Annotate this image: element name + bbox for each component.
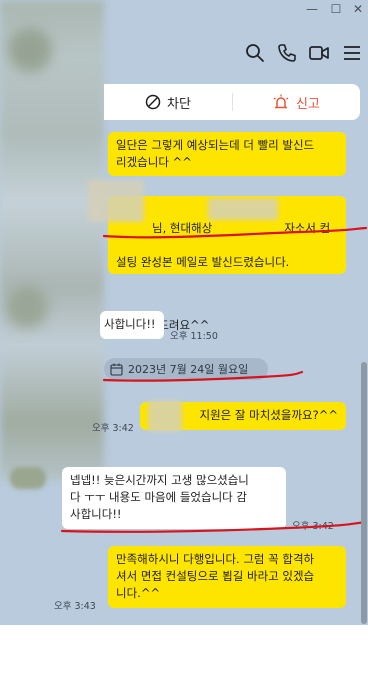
- redaction-block: [148, 400, 182, 432]
- blurred-avatar: [6, 286, 48, 328]
- message-text: 설팅 완성본 메일로 발신드렸습니다.: [116, 255, 290, 269]
- their-message-bubble[interactable]: 사합니다!!: [100, 311, 164, 339]
- report-label: 신고: [296, 96, 320, 112]
- block-report-bar: 차단 신고: [104, 84, 360, 120]
- phone-icon[interactable]: [276, 42, 298, 64]
- block-icon: [145, 94, 161, 110]
- message-time: 오후 3:42: [292, 521, 334, 532]
- divider: [232, 93, 233, 111]
- my-message-bubble[interactable]: 만족해하시니 다행입니다. 그럼 꼭 합격하 셔서 면접 컨설팅으로 뵙길 바라…: [108, 546, 346, 608]
- message-text: 자소서 컨: [284, 221, 331, 235]
- redaction-block: [208, 198, 278, 220]
- their-message-bubble[interactable]: 넵넵!! 늦은시간까지 고생 많으셨습니 다 ㅜㅜ 내용도 마음에 들었습니다 …: [62, 467, 286, 529]
- video-icon[interactable]: [308, 42, 330, 64]
- search-icon[interactable]: [244, 42, 266, 64]
- avatar[interactable]: [10, 467, 46, 489]
- siren-icon: [273, 94, 289, 109]
- date-text: 2023년 7월 24일 월요일: [128, 363, 249, 376]
- message-time: 오후 3:42: [92, 423, 134, 434]
- message-time: 오후 3:43: [54, 601, 96, 612]
- message-time: 오후 11:50: [170, 331, 218, 342]
- chat-window: — ☐ ✕ 차단 신고 일단은 그렇게 예상되는데 더 빨리 발신드 리겠습니다…: [0, 0, 368, 625]
- close-button[interactable]: ✕: [349, 0, 367, 18]
- scrollbar[interactable]: [361, 362, 367, 624]
- minimize-button[interactable]: —: [303, 0, 321, 18]
- block-label: 차단: [167, 96, 191, 112]
- maximize-button[interactable]: ☐: [327, 0, 345, 18]
- blurred-avatar: [8, 28, 52, 72]
- date-divider: 2023년 7월 24일 월요일: [104, 358, 268, 380]
- menu-icon[interactable]: [341, 42, 363, 64]
- my-message-bubble[interactable]: 일단은 그렇게 예상되는데 더 빨리 발신드 리겠습니다 ^^: [108, 132, 346, 176]
- message-text: 님, 현대해상: [152, 221, 213, 235]
- blurred-profile-column: [0, 0, 104, 480]
- block-button[interactable]: 차단: [104, 84, 232, 120]
- blank-area: [0, 625, 368, 695]
- redaction-block: [88, 180, 144, 222]
- calendar-icon: [110, 363, 123, 376]
- report-button[interactable]: 신고: [232, 84, 360, 120]
